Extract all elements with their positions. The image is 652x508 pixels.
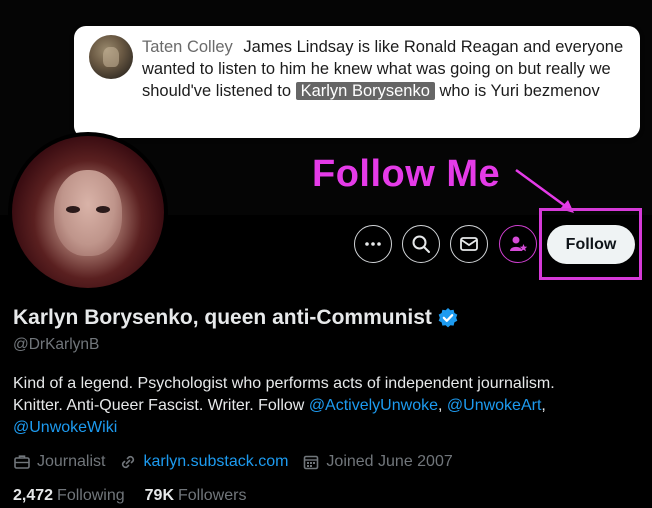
comment-text: Taten Colley James Lindsay is like Ronal…: [142, 36, 626, 102]
followers-label: Followers: [178, 487, 247, 504]
following-stat[interactable]: 2,472 Following: [13, 487, 125, 505]
mention-unwokewiki[interactable]: @UnwokeWiki: [13, 419, 117, 436]
website-link[interactable]: karlyn.substack.com: [143, 453, 288, 471]
mention-unwokeart[interactable]: @UnwokeArt: [447, 397, 542, 414]
envelope-icon: [460, 237, 478, 251]
profile-stats: 2,472 Following 79K Followers: [13, 487, 266, 505]
bio-separator: ,: [437, 397, 443, 414]
follow-me-callout: Follow Me: [312, 153, 501, 195]
profile-name-row: Karlyn Borysenko, queen anti-Communist: [13, 306, 459, 330]
profile-meta: Journalist karlyn.substack.com Joined Ju…: [13, 453, 467, 471]
comment-author: Taten Colley: [142, 38, 233, 56]
avatar-eye-right: [96, 206, 110, 213]
more-horizontal-icon: [365, 242, 381, 246]
search-icon: [412, 235, 430, 253]
briefcase-icon: [14, 455, 30, 469]
verified-badge-icon[interactable]: [437, 307, 459, 329]
category-label: Journalist: [37, 453, 106, 470]
message-button[interactable]: [450, 225, 488, 263]
following-count: 2,472: [13, 487, 54, 504]
quoted-comment-card: Taten Colley James Lindsay is like Ronal…: [74, 26, 640, 138]
following-label: Following: [57, 487, 125, 504]
more-button[interactable]: [354, 225, 392, 263]
comment-body-part2: who is Yuri bezmenov: [439, 82, 600, 100]
followers-count: 79K: [144, 487, 174, 504]
bio-separator: ,: [541, 397, 546, 414]
link-icon: [122, 455, 135, 469]
calendar-icon: [304, 455, 319, 470]
search-button[interactable]: [402, 225, 440, 263]
avatar-photo: [12, 136, 164, 288]
profile-avatar[interactable]: [8, 132, 168, 292]
joined-item: Joined June 2007: [302, 453, 453, 471]
follow-button[interactable]: Follow: [547, 225, 635, 264]
avatar-face: [54, 170, 122, 256]
notifications-button[interactable]: [499, 225, 537, 263]
joined-label: Joined June 2007: [326, 453, 453, 470]
person-star-icon: [510, 236, 528, 252]
category-item: Journalist: [13, 453, 105, 471]
display-name: Karlyn Borysenko, queen anti-Communist: [13, 306, 432, 329]
profile-bio: Kind of a legend. Psychologist who perfo…: [13, 373, 643, 439]
mention-activelyunwoke[interactable]: @ActivelyUnwoke: [309, 397, 438, 414]
followers-stat[interactable]: 79K Followers: [145, 487, 247, 505]
bio-line-1: Kind of a legend. Psychologist who perfo…: [13, 375, 555, 392]
website-item[interactable]: karlyn.substack.com: [119, 453, 288, 471]
avatar-eye-left: [66, 206, 80, 213]
comment-highlighted-name: Karlyn Borysenko: [295, 82, 435, 100]
commenter-avatar: [89, 35, 133, 79]
bio-line-2: Knitter. Anti-Queer Fascist. Writer. Fol…: [13, 397, 305, 414]
profile-handle: @DrKarlynB: [13, 336, 100, 353]
